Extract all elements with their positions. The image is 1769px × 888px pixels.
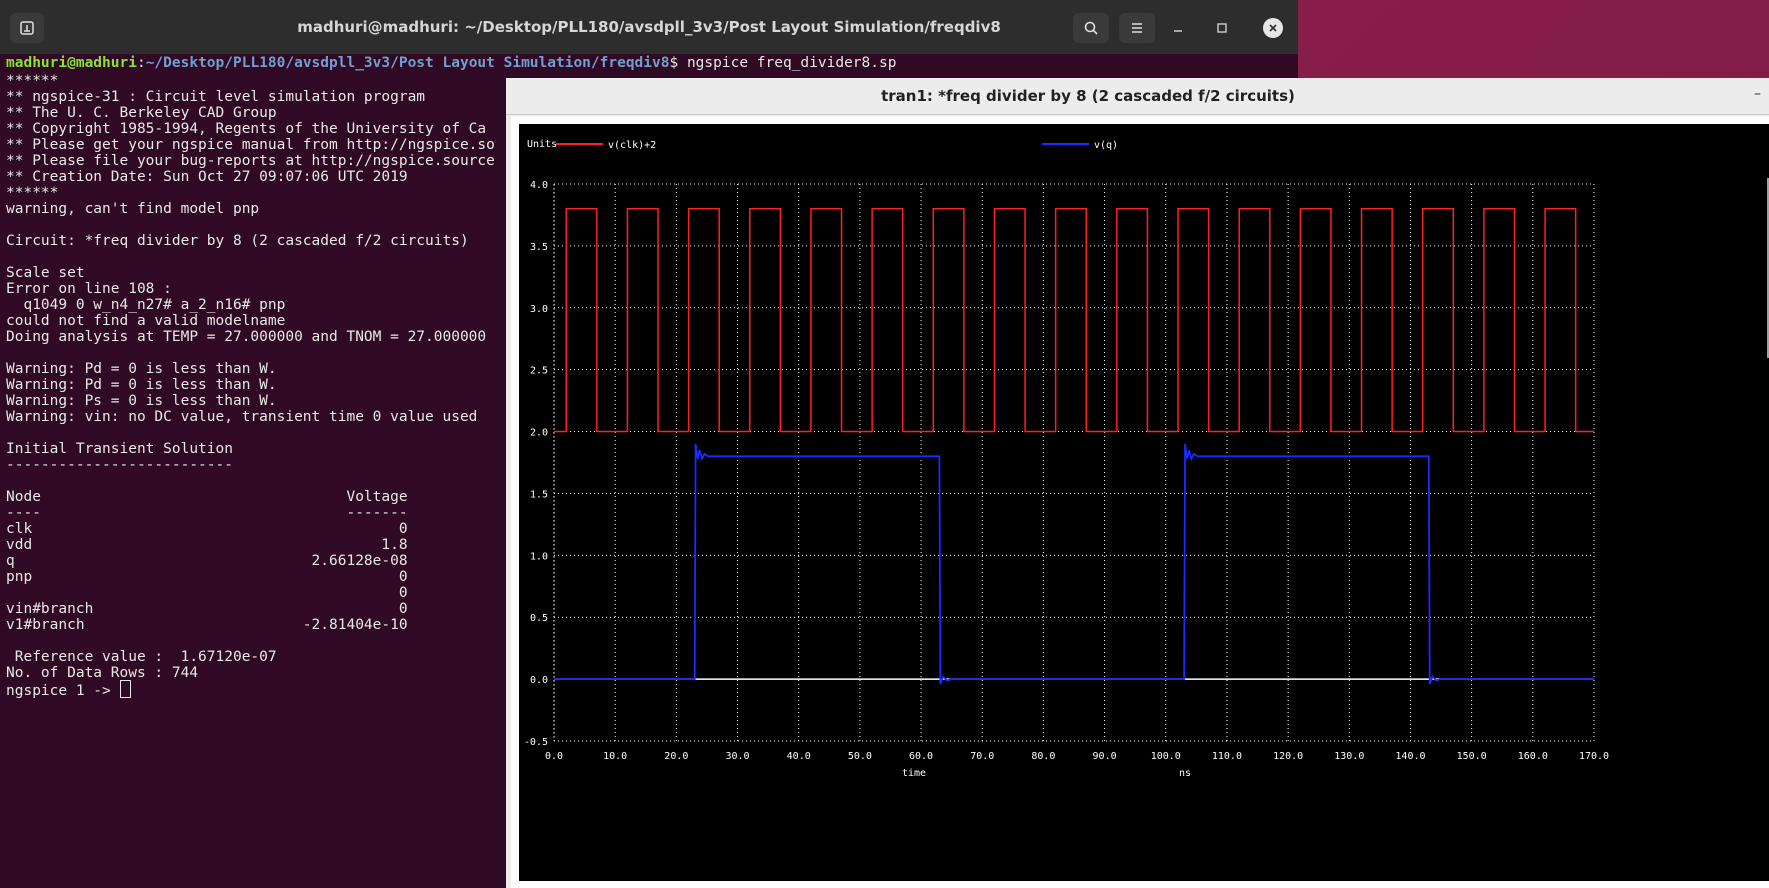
y-tick-label: 1.5 [530, 489, 548, 500]
x-tick-label: 20.0 [664, 751, 688, 762]
x-tick-label: 0.0 [545, 751, 563, 762]
x-tick-label: 40.0 [787, 751, 811, 762]
terminal-line: -------------------------- [6, 457, 233, 473]
prompt-separator: : [136, 55, 146, 71]
x-tick-label: 170.0 [1579, 751, 1609, 762]
chart-svg[interactable]: 0.0 10.0 20.0 30.0 40.0 50.0 60.0 70.0 80.0 90.0 1… [519, 124, 1769, 881]
terminal-line: Doing analysis at TEMP = 27.000000 and T… [6, 329, 487, 345]
close-icon [1269, 24, 1277, 32]
plot-border [553, 183, 1595, 742]
x-tick-label: 160.0 [1518, 751, 1548, 762]
y-tick-label: 0.0 [530, 675, 548, 686]
x-tick-label: 10.0 [603, 751, 627, 762]
x-tick-label: 30.0 [725, 751, 749, 762]
minimize-icon [1174, 30, 1182, 32]
minimize-button[interactable] [1163, 13, 1193, 43]
x-tick-label: 80.0 [1031, 751, 1055, 762]
y-tick-label: 3.0 [530, 304, 548, 315]
x-tick-label: 140.0 [1395, 751, 1425, 762]
plot-frame: 0.0 10.0 20.0 30.0 40.0 50.0 60.0 70.0 80.0 90.0 1… [511, 116, 1769, 888]
x-tick-label: 130.0 [1334, 751, 1364, 762]
x-tick-label: 110.0 [1212, 751, 1242, 762]
terminal-line: v1#branch -2.81404e-10 [6, 617, 408, 633]
search-icon [1084, 21, 1098, 35]
prompt-command: $ ngspice freq_divider8.sp [669, 55, 897, 71]
x-tick-label: 70.0 [970, 751, 994, 762]
x-tick-label: 60.0 [909, 751, 933, 762]
x-tick-label: 120.0 [1273, 751, 1303, 762]
y-tick-label: 0.5 [530, 613, 548, 624]
legend-label-q: v(q) [1094, 140, 1118, 151]
ngspice-plot-window[interactable]: tran1: *freq divider by 8 (2 cascaded f/… [506, 78, 1769, 888]
plot-title: tran1: *freq divider by 8 (2 cascaded f/… [881, 87, 1295, 105]
maximize-button[interactable] [1207, 13, 1237, 43]
y-tick-label: 1.0 [530, 551, 548, 562]
terminal-line: Circuit: *freq divider by 8 (2 cascaded … [6, 233, 469, 249]
x-unit-label: ns [1179, 768, 1191, 779]
y-tick-label: -0.5 [524, 737, 548, 748]
prompt-user: madhuri@madhuri [6, 55, 137, 71]
terminal-line: Warning: vin: no DC value, transient tim… [6, 409, 478, 425]
hamburger-menu-icon [1132, 23, 1142, 33]
plot-titlebar[interactable]: tran1: *freq divider by 8 (2 cascaded f/… [506, 78, 1769, 115]
y-unit-label: Units [527, 139, 557, 150]
plot-area[interactable]: 0.0 10.0 20.0 30.0 40.0 50.0 60.0 70.0 80.0 90.0 1… [519, 124, 1769, 881]
x-tick-label: 100.0 [1151, 751, 1181, 762]
y-tick-label: 4.0 [530, 180, 548, 191]
search-button[interactable] [1073, 13, 1109, 43]
plot-minimize-button[interactable]: – [1754, 86, 1761, 102]
prompt-line: madhuri@madhuri:~/Desktop/PLL180/avsdpll… [6, 54, 896, 72]
x-axis-label: time [902, 768, 926, 779]
terminal-line: warning, can't find model pnp [6, 201, 260, 217]
prompt-path: ~/Desktop/PLL180/avsdpll_3v3/Post Layout… [145, 55, 670, 71]
terminal-line: ** Creation Date: Sun Oct 27 09:07:06 UT… [6, 169, 408, 185]
y-tick-label: 2.0 [530, 428, 548, 439]
y-tick-label: 3.5 [530, 242, 548, 253]
y-tick-label: 2.5 [530, 366, 548, 377]
terminal-titlebar[interactable]: madhuri@madhuri: ~/Desktop/PLL180/avsdpl… [0, 0, 1298, 55]
x-tick-label: 150.0 [1457, 751, 1487, 762]
x-tick-label: 50.0 [848, 751, 872, 762]
maximize-icon [1217, 23, 1227, 33]
series-q-line [554, 443, 1594, 685]
terminal-line: ngspice 1 -> [6, 680, 131, 700]
close-button[interactable] [1263, 18, 1283, 38]
series-clk-line [554, 208, 1594, 433]
text-cursor [119, 680, 131, 698]
legend-label-clk: v(clk)+2 [608, 140, 656, 151]
menu-button[interactable] [1119, 13, 1155, 43]
x-tick-label: 90.0 [1093, 751, 1117, 762]
